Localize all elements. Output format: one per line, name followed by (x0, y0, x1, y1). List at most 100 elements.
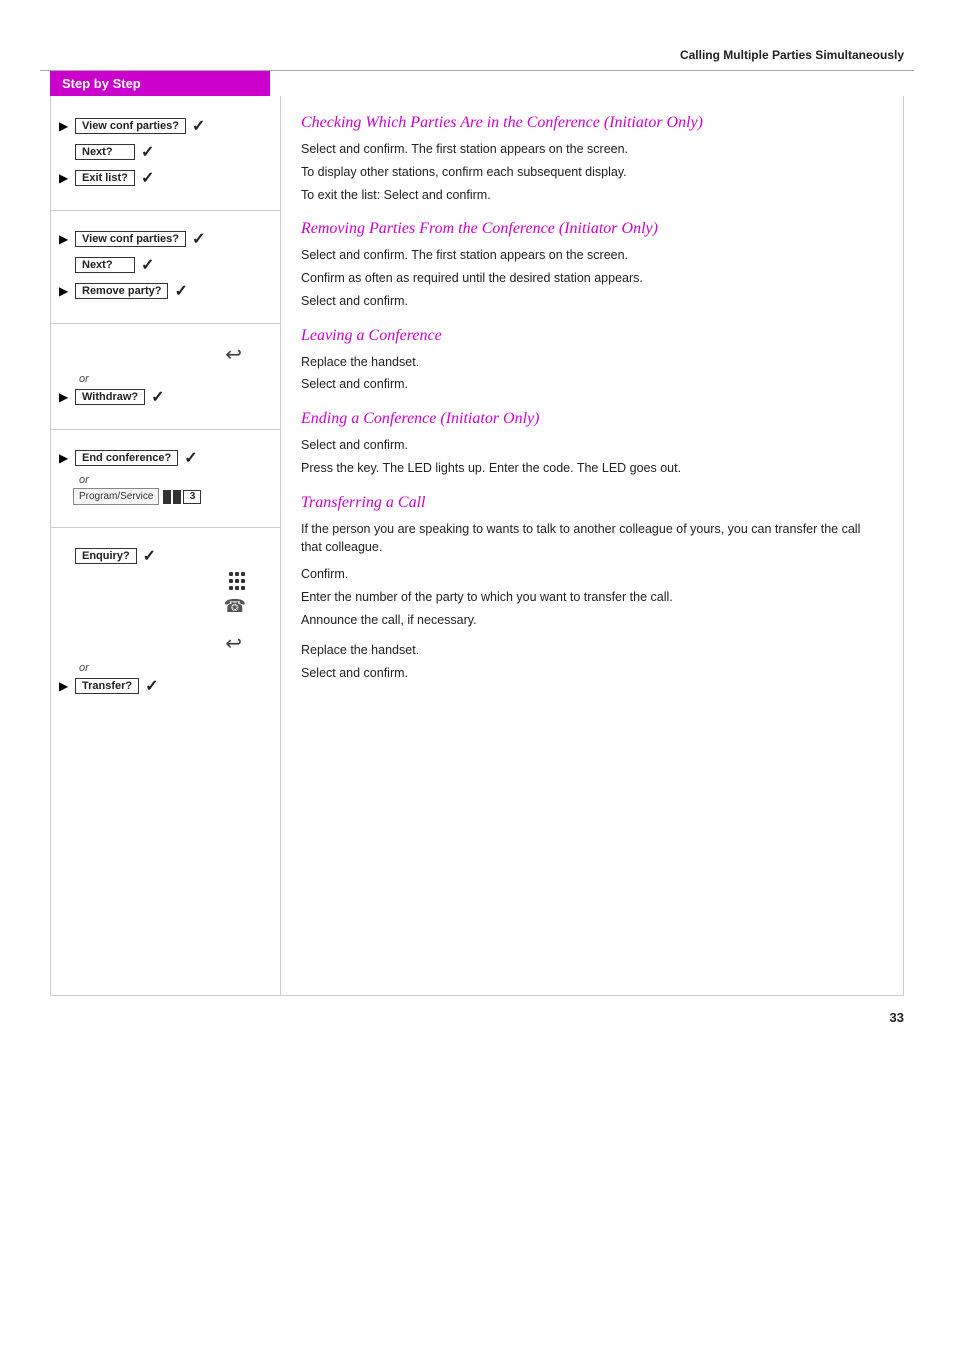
left-step-row: ▶ View conf parties? ✓ (59, 229, 272, 249)
page: Calling Multiple Parties Simultaneously … (0, 0, 954, 1351)
step-by-step-label: Step by Step (50, 71, 270, 96)
left-step-row: Next? ✓ (59, 255, 272, 275)
step-row: Press the key. The LED lights up. Enter … (301, 459, 883, 478)
or-label: or (59, 373, 272, 385)
step-row: Confirm. (301, 565, 883, 584)
step-text: Select and confirm. (301, 292, 408, 311)
left-divider (51, 429, 280, 430)
step-row: Select and confirm. The first station ap… (301, 140, 883, 159)
header-title: Calling Multiple Parties Simultaneously (680, 48, 904, 62)
left-step-row: Enquiry? ✓ (59, 546, 272, 566)
program-service-button[interactable]: Program/Service (73, 488, 159, 505)
step-row: Replace the handset. (301, 641, 883, 660)
key-exit-list[interactable]: Exit list? (75, 170, 135, 186)
step-text: Select and confirm. The first station ap… (301, 140, 628, 159)
step-text: Select and confirm. The first station ap… (301, 246, 628, 265)
section-title-leaving: Leaving a Conference (301, 327, 883, 345)
main-content: Step by Step ▶ View conf parties? ✓ Next… (50, 71, 904, 996)
led-seg-1 (163, 490, 171, 504)
step-text: Select and confirm. (301, 375, 408, 394)
left-step-row: ▶ Remove party? ✓ (59, 281, 272, 301)
program-service-row: Program/Service 3 (59, 488, 272, 505)
section-title-ending: Ending a Conference (Initiator Only) (301, 410, 883, 428)
step-text: Enter the number of the party to which y… (301, 588, 673, 607)
check-1: ✓ (192, 116, 205, 136)
led-code-box: 3 (183, 490, 201, 504)
section-title-checking: Checking Which Parties Are in the Confer… (301, 114, 883, 132)
key-view-conf-2[interactable]: View conf parties? (75, 231, 186, 247)
check-2: ✓ (141, 142, 154, 162)
step-text: To exit the list: Select and confirm. (301, 186, 491, 205)
step-row: Confirm as often as required until the d… (301, 269, 883, 288)
announce-row: ☎ (59, 596, 272, 617)
step-text: Press the key. The LED lights up. Enter … (301, 459, 681, 478)
or-label-2: or (59, 662, 272, 674)
check-6: ✓ (174, 281, 187, 301)
key-withdraw[interactable]: Withdraw? (75, 389, 145, 405)
step-text: Replace the handset. (301, 353, 419, 372)
phone-handset-icon-2: ↩ (225, 631, 242, 656)
right-column: Checking Which Parties Are in the Confer… (281, 96, 903, 995)
step-row: Replace the handset. (301, 353, 883, 372)
page-header: Calling Multiple Parties Simultaneously (0, 40, 954, 70)
content-area: ▶ View conf parties? ✓ Next? ✓ ▶ Exit li… (50, 96, 904, 996)
left-divider (51, 210, 280, 211)
spacer (301, 633, 883, 641)
key-enquiry[interactable]: Enquiry? (75, 548, 137, 564)
step-row: Select and confirm. (301, 436, 883, 455)
arrow-spacer (59, 258, 71, 272)
step-text: Confirm. (301, 565, 348, 584)
key-next-1[interactable]: Next? (75, 144, 135, 160)
check-9: ✓ (143, 546, 156, 566)
step-row: Select and confirm. (301, 664, 883, 683)
phone-handset-icon: ↩ (225, 342, 242, 367)
arrow-icon: ▶ (59, 390, 71, 404)
led-bar: 3 (163, 490, 201, 504)
keypad-row (59, 572, 272, 590)
arrow-spacer (59, 145, 71, 159)
arrow-icon: ▶ (59, 232, 71, 246)
left-transferring: Enquiry? ✓ ☎ (51, 536, 280, 710)
phone-replace-row: ↩ (59, 342, 272, 367)
arrow-icon: ▶ (59, 284, 71, 298)
step-text: Select and confirm. (301, 664, 408, 683)
led-seg-2 (173, 490, 181, 504)
step-row: To exit the list: Select and confirm. (301, 186, 883, 205)
page-number: 33 (0, 996, 954, 1025)
left-column: ▶ View conf parties? ✓ Next? ✓ ▶ Exit li… (51, 96, 281, 995)
step-text: Confirm as often as required until the d… (301, 269, 643, 288)
step-text: Replace the handset. (301, 641, 419, 660)
left-step-row: ▶ Withdraw? ✓ (59, 387, 272, 407)
spacer (59, 623, 272, 631)
step-text: To display other stations, confirm each … (301, 163, 627, 182)
key-end-conference[interactable]: End conference? (75, 450, 178, 466)
arrow-spacer (59, 549, 71, 563)
step-text: Announce the call, if necessary. (301, 611, 477, 630)
left-removing: ▶ View conf parties? ✓ Next? ✓ ▶ Remove … (51, 219, 280, 315)
left-leaving: ↩ or ▶ Withdraw? ✓ (51, 332, 280, 421)
key-view-conf-1[interactable]: View conf parties? (75, 118, 186, 134)
step-intro-row: If the person you are speaking to wants … (301, 520, 883, 558)
step-row: Announce the call, if necessary. (301, 611, 883, 630)
arrow-icon: ▶ (59, 119, 71, 133)
section-title-removing: Removing Parties From the Conference (In… (301, 220, 883, 238)
key-next-2[interactable]: Next? (75, 257, 135, 273)
step-row: Enter the number of the party to which y… (301, 588, 883, 607)
left-step-row: ▶ Exit list? ✓ (59, 168, 272, 188)
person-icon: ☎ (224, 596, 246, 617)
left-step-row: ▶ Transfer? ✓ (59, 676, 272, 696)
step-text: Select and confirm. (301, 436, 408, 455)
phone-replace-row-2: ↩ (59, 631, 272, 656)
step-row: To display other stations, confirm each … (301, 163, 883, 182)
check-8: ✓ (184, 448, 197, 468)
check-7: ✓ (151, 387, 164, 407)
arrow-icon: ▶ (59, 679, 71, 693)
arrow-icon: ▶ (59, 171, 71, 185)
left-step-row: ▶ End conference? ✓ (59, 448, 272, 468)
key-remove-party[interactable]: Remove party? (75, 283, 168, 299)
check-3: ✓ (141, 168, 154, 188)
check-5: ✓ (141, 255, 154, 275)
left-checking: ▶ View conf parties? ✓ Next? ✓ ▶ Exit li… (51, 106, 280, 202)
check-4: ✓ (192, 229, 205, 249)
key-transfer[interactable]: Transfer? (75, 678, 139, 694)
